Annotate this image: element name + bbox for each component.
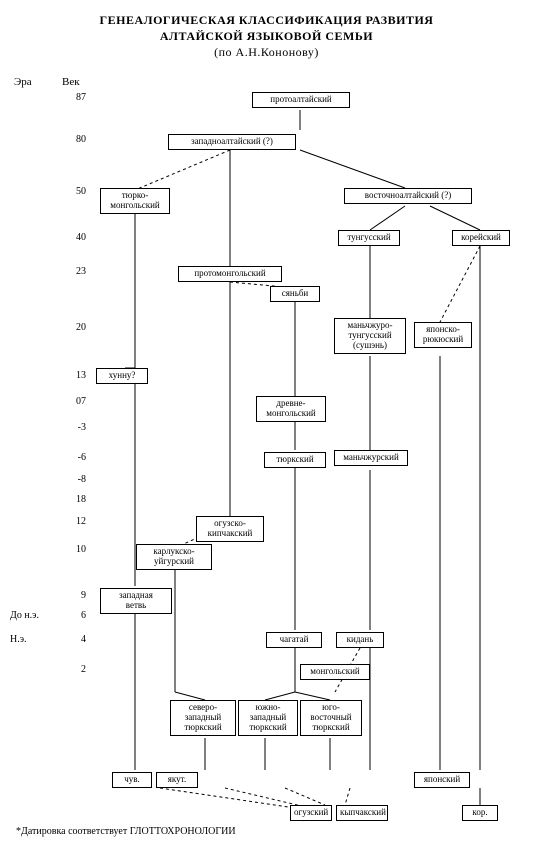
node-yakut: якут.: [156, 772, 198, 788]
date-2: 2: [46, 664, 86, 675]
node-chagatai: чагатай: [266, 632, 322, 648]
era-ce: Н.э.: [10, 634, 27, 645]
node-sw-turkic: южно- западный тюркский: [238, 700, 298, 736]
node-ancient-mongol: древне- монгольский: [256, 396, 326, 422]
node-chuvash: чув.: [112, 772, 152, 788]
diagram-title: ГЕНЕАЛОГИЧЕСКАЯ КЛАССИФИКАЦИЯ РАЗВИТИЯ А…: [0, 12, 533, 61]
title-line-3: (по А.Н.Кононову): [0, 44, 533, 60]
date-9: 9: [46, 590, 86, 601]
footnote: *Датировка соответствует ГЛОТТОХРОНОЛОГИ…: [16, 826, 236, 837]
node-manchu-tungus: маньчжуро- тунгусский (сушэнь): [334, 318, 406, 354]
date-20: 20: [46, 322, 86, 333]
node-oghuz-kipchak: огузско-кипчакский: [196, 516, 264, 542]
title-line-1: ГЕНЕАЛОГИЧЕСКАЯ КЛАССИФИКАЦИЯ РАЗВИТИЯ: [0, 12, 533, 28]
date-18a: 18: [46, 494, 86, 505]
date--8: -8: [46, 474, 86, 485]
date--6: -6: [46, 452, 86, 463]
date-07: 07: [46, 396, 86, 407]
node-kipchak: кыпчакский: [336, 805, 388, 821]
date--3: -3: [46, 422, 86, 433]
title-line-2: АЛТАЙСКОЙ ЯЗЫКОВОЙ СЕМЬИ: [0, 28, 533, 44]
node-eastern-altaic: восточноалтайский (?): [344, 188, 472, 204]
century-column-header: Век: [62, 76, 80, 88]
node-jap-ryukyu: японско- рюкюский: [414, 322, 472, 348]
node-mod-japanese: японский: [414, 772, 470, 788]
node-oghuz: огузский: [290, 805, 332, 821]
node-mod-mongol: монгольский: [300, 664, 370, 680]
node-se-turkic: юго- восточный тюркский: [300, 700, 362, 736]
node-proto-mongol: протомонгольский: [178, 266, 282, 282]
date-12: 12: [46, 516, 86, 527]
date-80: 80: [46, 134, 86, 145]
language-tree-diagram: ГЕНЕАЛОГИЧЕСКАЯ КЛАССИФИКАЦИЯ РАЗВИТИЯ А…: [0, 0, 533, 845]
date-50: 50: [46, 186, 86, 197]
era-column-header: Эра: [14, 76, 32, 88]
node-xiongnu: хунну?: [96, 368, 148, 384]
date-13: 13: [46, 370, 86, 381]
node-nw-turkic: северо- западный тюркский: [170, 700, 236, 736]
node-korean: корейский: [452, 230, 510, 246]
node-western-altaic: западноалтайский (?): [168, 134, 296, 150]
date-87: 87: [46, 92, 86, 103]
node-karluk-uighur: карлукско- уйгурский: [136, 544, 212, 570]
date-10: 10: [46, 544, 86, 555]
node-tungusic: тунгусский: [338, 230, 400, 246]
node-xianbei: сяньби: [270, 286, 320, 302]
node-proto-altaic: протоалтайский: [252, 92, 350, 108]
node-western-branch: западная ветвь: [100, 588, 172, 614]
date-4: 4: [46, 634, 86, 645]
node-khitan: кидань: [336, 632, 384, 648]
node-mod-manchu: маньчжурский: [334, 450, 408, 466]
node-old-turkic: тюркский: [264, 452, 326, 468]
era-bce: До н.э.: [10, 610, 39, 621]
date-40: 40: [46, 232, 86, 243]
node-turko-mongol: тюрко- монгольский: [100, 188, 170, 214]
date-6: 6: [46, 610, 86, 621]
node-mod-korean: кор.: [462, 805, 498, 821]
date-23: 23: [46, 266, 86, 277]
